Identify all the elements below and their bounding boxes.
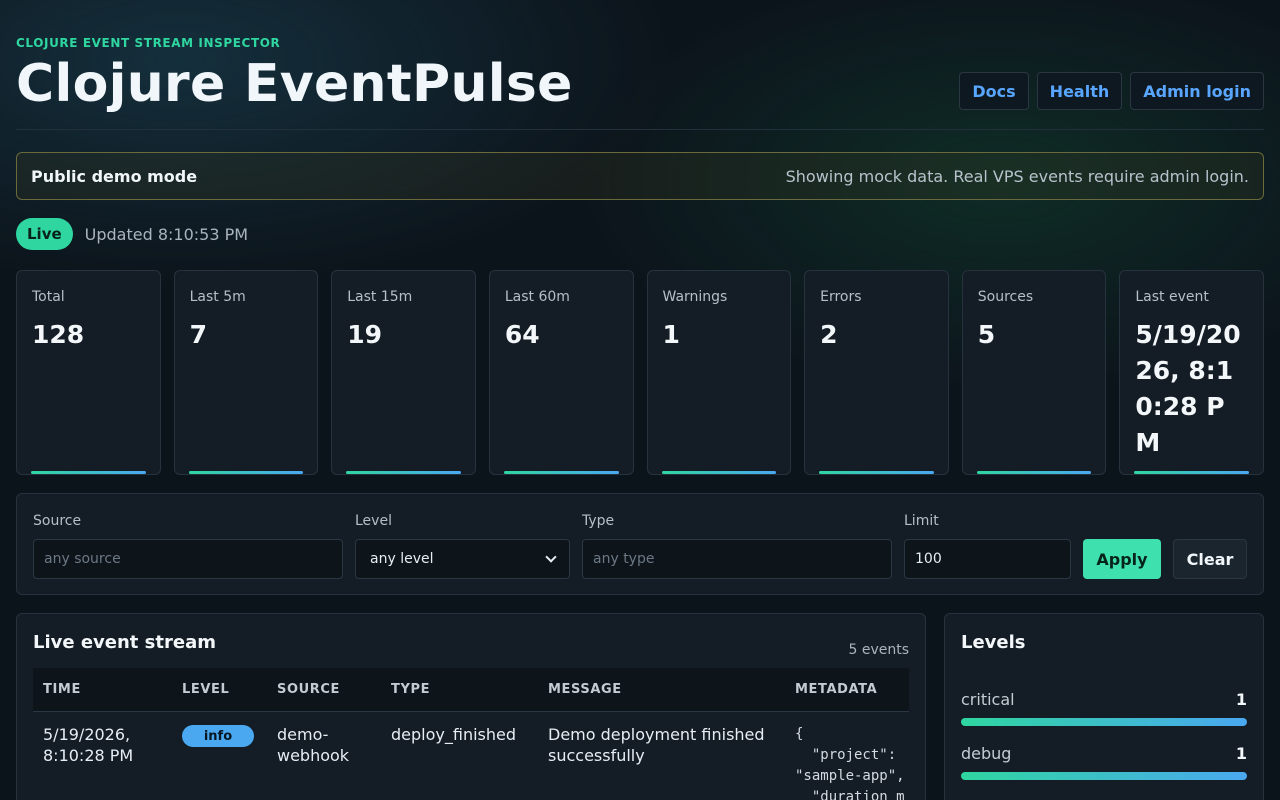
banner-title: Public demo mode — [31, 166, 198, 186]
stat-value: 19 — [347, 320, 383, 349]
stat-card-last-5m: Last 5m 7 — [173, 270, 319, 475]
time-clock: 8:10:28 PM — [43, 746, 134, 765]
clear-button[interactable]: Clear — [1173, 539, 1247, 579]
limit-label: Limit — [904, 513, 939, 529]
stat-label: Total — [32, 289, 65, 305]
limit-input[interactable] — [904, 539, 1071, 579]
column-header-level: LEVEL — [182, 682, 230, 697]
app-eyebrow: CLOJURE EVENT STREAM INSPECTOR — [16, 36, 281, 50]
panel-title: Live event stream — [33, 632, 216, 653]
level-name: critical — [961, 690, 1015, 709]
stat-accent-bar — [1134, 471, 1249, 474]
type-label: Type — [582, 513, 615, 529]
status-row: Live Updated 8:10:53 PM — [16, 218, 248, 250]
stat-accent-bar — [503, 471, 619, 474]
page: CLOJURE EVENT STREAM INSPECTOR Clojure E… — [16, 0, 1264, 800]
table-header: TIME LEVEL SOURCE TYPE MESSAGE METADATA — [33, 668, 909, 712]
stat-card-last-60m: Last 60m 64 — [488, 270, 634, 475]
stat-label: Errors — [820, 289, 862, 305]
stat-card-errors: Errors 2 — [804, 270, 949, 475]
panel-title: Levels — [961, 632, 1026, 653]
header: CLOJURE EVENT STREAM INSPECTOR Clojure E… — [16, 0, 1264, 130]
stat-value: 5/19/2026, 8:10:28 PM — [1135, 320, 1241, 457]
docs-button[interactable]: Docs — [959, 72, 1029, 110]
stat-label: Last 5m — [189, 289, 246, 305]
cell-source: demo- webhook — [277, 724, 349, 766]
cell-message: Demo deployment finished successfully — [548, 724, 765, 766]
source-line: demo- — [277, 725, 329, 744]
filter-panel: Source Level any level Type Limit Apply … — [16, 493, 1264, 595]
column-header-source: SOURCE — [277, 682, 341, 697]
admin-login-button[interactable]: Admin login — [1130, 72, 1264, 110]
apply-button[interactable]: Apply — [1083, 539, 1161, 579]
updated-timestamp: Updated 8:10:53 PM — [84, 224, 249, 244]
level-row-critical: critical 1 — [961, 690, 1247, 726]
level-label: Level — [355, 513, 392, 529]
cell-time: 5/19/2026, 8:10:28 PM — [43, 724, 133, 766]
live-badge: Live — [16, 218, 73, 250]
column-header-metadata: METADATA — [795, 682, 878, 697]
stat-card-last-event: Last event 5/19/2026, 8:10:28 PM — [1119, 270, 1264, 475]
page-title: Clojure EventPulse — [16, 54, 573, 114]
stat-label: Warnings — [662, 289, 728, 305]
stat-label: Sources — [977, 289, 1034, 305]
column-header-time: TIME — [43, 682, 81, 697]
stat-accent-bar — [188, 471, 304, 474]
banner-message: Showing mock data. Real VPS events requi… — [785, 166, 1249, 186]
stat-label: Last 60m — [504, 289, 570, 305]
level-bar — [961, 772, 1247, 780]
stat-card-warnings: Warnings 1 — [646, 270, 792, 475]
stat-accent-bar — [661, 471, 777, 474]
level-select-value: any level — [370, 551, 434, 567]
event-count: 5 events — [848, 642, 909, 658]
column-header-type: TYPE — [391, 682, 431, 697]
demo-mode-banner: Public demo mode Showing mock data. Real… — [16, 152, 1264, 200]
type-input[interactable] — [582, 539, 892, 579]
health-button[interactable]: Health — [1036, 72, 1123, 110]
stat-value: 64 — [504, 320, 540, 349]
stat-value: 1 — [662, 320, 680, 349]
stat-value: 128 — [32, 320, 85, 349]
level-count: 1 — [1235, 690, 1247, 709]
source-label: Source — [33, 513, 82, 529]
level-name: debug — [961, 744, 1012, 763]
stat-value: 2 — [820, 320, 838, 349]
table-row[interactable]: 5/19/2026, 8:10:28 PM info demo- webhook… — [33, 712, 909, 800]
levels-panel: Levels critical 1 debug 1 — [944, 613, 1264, 800]
stat-accent-bar — [31, 471, 146, 474]
level-count: 1 — [1235, 744, 1247, 763]
source-input[interactable] — [33, 539, 343, 579]
time-date: 5/19/2026, — [43, 725, 131, 744]
level-badge: info — [182, 725, 254, 747]
stat-value: 7 — [189, 320, 208, 349]
message-line: Demo deployment finished — [548, 725, 765, 744]
stat-value: 5 — [977, 320, 996, 349]
level-bar — [961, 718, 1247, 726]
stat-label: Last event — [1135, 289, 1209, 305]
source-line: webhook — [277, 746, 350, 765]
cell-metadata: { "project": "sample-app", "duration_m — [795, 726, 905, 800]
chevron-down-icon — [545, 551, 557, 563]
stat-accent-bar — [819, 471, 934, 474]
stat-accent-bar — [346, 471, 461, 474]
stat-label: Last 15m — [347, 289, 413, 305]
event-stream-panel: Live event stream 5 events TIME LEVEL SO… — [16, 613, 926, 800]
stats-grid: Total 128 Last 5m 7 Last 15m 19 Last 60m… — [16, 270, 1264, 475]
level-select[interactable]: any level — [355, 539, 570, 579]
stat-card-last-15m: Last 15m 19 — [331, 270, 476, 475]
message-line: successfully — [548, 746, 645, 765]
stat-card-sources: Sources 5 — [961, 270, 1107, 475]
cell-type: deploy_finished — [391, 725, 516, 744]
stat-accent-bar — [976, 471, 1092, 474]
stat-card-total: Total 128 — [16, 270, 161, 475]
column-header-message: MESSAGE — [548, 682, 622, 697]
top-nav: Docs Health Admin login — [959, 72, 1264, 110]
level-row-debug: debug 1 — [961, 744, 1247, 780]
